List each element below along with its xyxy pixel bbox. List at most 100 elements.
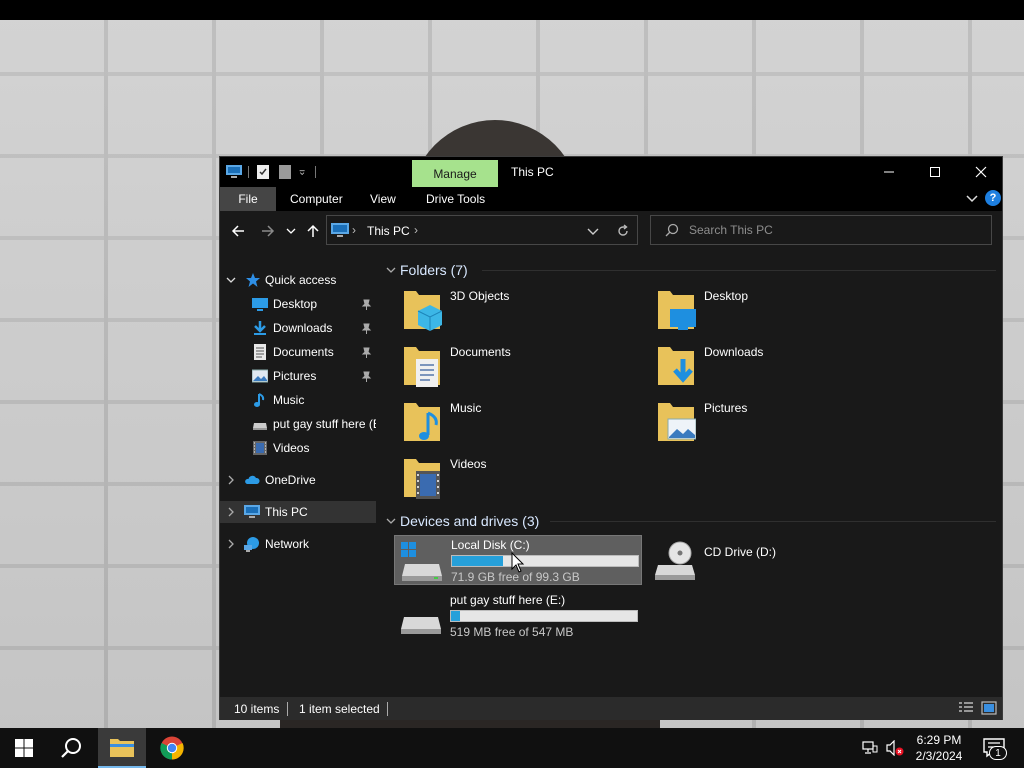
recent-locations-button[interactable] — [284, 221, 298, 241]
arrow-right-icon — [262, 225, 275, 237]
sidebar-item-drive-e[interactable]: put gay stuff here (E — [220, 413, 376, 435]
sidebar-item-label: Quick access — [265, 273, 337, 287]
expand-ribbon-chevron-icon[interactable] — [965, 191, 979, 205]
status-separator — [387, 702, 388, 716]
sidebar-item-network[interactable]: Network — [220, 533, 376, 555]
this-pc-icon[interactable] — [226, 165, 242, 179]
folder-tile-music[interactable]: Music — [394, 397, 634, 449]
folder-tile-3d-objects[interactable]: 3D Objects — [394, 285, 634, 337]
sidebar-item-videos[interactable]: Videos — [220, 437, 376, 459]
tab-view[interactable]: View — [360, 187, 406, 211]
tab-file[interactable]: File — [220, 187, 276, 211]
chevron-down-icon — [286, 228, 296, 234]
taskbar-file-explorer[interactable] — [98, 728, 146, 768]
pin-icon[interactable] — [361, 299, 372, 310]
chevron-right-icon[interactable] — [226, 507, 236, 517]
sidebar-item-label: OneDrive — [265, 473, 316, 487]
folders-group-header[interactable]: Folders (7) — [378, 259, 998, 281]
devices-group-header[interactable]: Devices and drives (3) — [378, 510, 998, 532]
back-button[interactable] — [228, 221, 248, 241]
forward-button[interactable] — [258, 221, 278, 241]
tab-computer[interactable]: Computer — [280, 187, 353, 211]
sidebar-item-label: Desktop — [273, 297, 318, 311]
close-button[interactable] — [958, 157, 1004, 187]
sidebar-item-documents[interactable]: Documents — [220, 341, 376, 363]
minimize-button[interactable] — [866, 157, 912, 187]
drive-usage-fill — [451, 611, 461, 621]
breadcrumb-separator[interactable]: › — [352, 223, 356, 237]
start-button[interactable] — [0, 728, 48, 768]
sidebar-item-downloads[interactable]: Downloads — [220, 317, 376, 339]
item-count: 10 items — [234, 702, 280, 716]
status-bar: 10 items 1 item selected — [220, 697, 1002, 720]
sidebar-item-music[interactable]: Music — [220, 389, 376, 411]
this-pc-icon — [331, 223, 349, 237]
chevron-right-icon[interactable] — [226, 539, 236, 549]
pin-icon[interactable] — [361, 323, 372, 334]
drive-label: put gay stuff here (E:) — [450, 593, 566, 607]
taskbar-chrome[interactable] — [148, 728, 196, 768]
volume-muted-icon[interactable] — [886, 740, 904, 756]
drive-tile-cd-drive-d[interactable]: CD Drive (D:) — [648, 535, 896, 585]
sidebar-item-label: Documents — [273, 345, 334, 359]
tile-label: Pictures — [704, 401, 748, 415]
sidebar-item-desktop[interactable]: Desktop — [220, 293, 376, 315]
manage-context-tab[interactable]: Manage — [412, 160, 498, 187]
drive-label: Local Disk (C:) — [451, 538, 530, 552]
sidebar-item-label: Music — [273, 393, 305, 407]
chevron-down-icon[interactable] — [385, 515, 397, 527]
qat-separator — [315, 166, 316, 178]
maximize-button[interactable] — [912, 157, 958, 187]
folder-icon — [110, 739, 134, 757]
taskbar-search-button[interactable] — [48, 728, 96, 768]
star-icon — [246, 273, 260, 287]
breadcrumb-separator[interactable]: › — [414, 223, 418, 237]
search-box[interactable] — [650, 215, 992, 245]
drive-icon — [253, 423, 267, 430]
pin-icon[interactable] — [361, 371, 372, 382]
clock-date: 2/3/2024 — [915, 749, 963, 763]
drive-tile-drive-e[interactable]: put gay stuff here (E:) 519 MB free of 5… — [394, 591, 642, 641]
sidebar-item-pictures[interactable]: Pictures — [220, 365, 376, 387]
folder-tile-pictures[interactable]: Pictures — [648, 397, 888, 449]
windows-drive-icon — [401, 542, 442, 581]
network-status-icon[interactable] — [862, 740, 878, 756]
refresh-icon[interactable] — [615, 223, 631, 239]
folder-tile-videos[interactable]: Videos — [394, 453, 634, 505]
drive-label: CD Drive (D:) — [704, 545, 776, 559]
sidebar-item-quick-access[interactable]: Quick access — [220, 269, 376, 291]
chevron-right-icon[interactable] — [226, 475, 236, 485]
tab-drive-tools[interactable]: Drive Tools — [416, 187, 495, 211]
pictures-icon — [658, 403, 696, 441]
group-divider — [550, 521, 996, 522]
new-folder-icon[interactable] — [277, 165, 293, 179]
chevron-down-icon[interactable] — [385, 264, 397, 276]
details-view-icon[interactable] — [958, 701, 974, 715]
folder-tile-downloads[interactable]: Downloads — [648, 341, 888, 393]
breadcrumb-this-pc[interactable]: This PC — [367, 224, 410, 238]
navigation-pane: Quick access Desktop Downloads Documents… — [220, 251, 378, 697]
drive-icon — [401, 617, 441, 634]
sidebar-item-onedrive[interactable]: OneDrive — [220, 469, 376, 491]
address-bar[interactable]: › This PC › — [326, 215, 638, 245]
cloud-icon — [245, 475, 260, 484]
up-button[interactable] — [303, 221, 323, 241]
search-input[interactable] — [689, 221, 979, 239]
chevron-down-icon[interactable] — [226, 275, 236, 285]
drive-usage-fill — [452, 556, 504, 566]
properties-icon[interactable] — [255, 165, 271, 179]
tile-label: 3D Objects — [450, 289, 510, 303]
documents-icon — [254, 344, 266, 360]
customize-qat-icon[interactable] — [299, 165, 309, 179]
address-history-chevron-icon[interactable] — [586, 224, 600, 238]
maximize-icon — [930, 167, 940, 177]
large-icons-view-icon[interactable] — [981, 701, 997, 715]
system-clock[interactable]: 6:29 PM 2/3/2024 — [904, 732, 974, 764]
selection-count: 1 item selected — [299, 702, 380, 716]
help-icon[interactable]: ? — [985, 190, 1001, 206]
folder-tile-documents[interactable]: Documents — [394, 341, 634, 393]
notification-count-badge: 1 — [989, 746, 1007, 760]
folder-tile-desktop[interactable]: Desktop — [648, 285, 888, 337]
sidebar-item-this-pc[interactable]: This PC — [220, 501, 376, 523]
pin-icon[interactable] — [361, 347, 372, 358]
